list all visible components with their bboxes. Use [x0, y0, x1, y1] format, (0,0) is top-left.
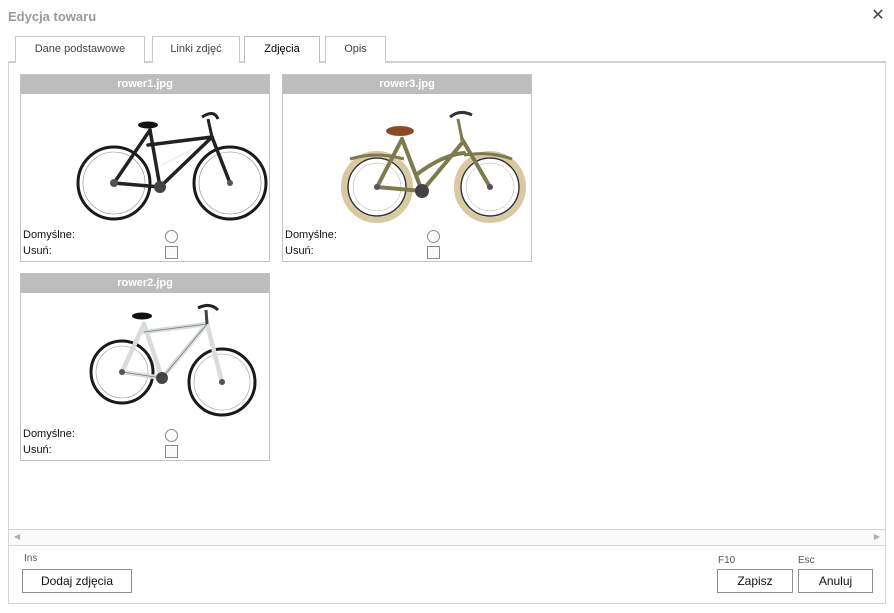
tab-dane-podstawowe[interactable]: Dane podstawowe	[15, 36, 145, 63]
cancel-button[interactable]: Anuluj	[798, 569, 873, 593]
delete-checkbox[interactable]	[165, 246, 178, 259]
bike-photo-2	[89, 303, 257, 417]
scroll-left-icon[interactable]: ◀	[14, 532, 20, 541]
tab-zdjecia[interactable]: Zdjęcia	[244, 36, 320, 63]
delete-checkbox[interactable]	[165, 445, 178, 458]
bike-photo-1	[76, 112, 268, 221]
close-icon[interactable]: ✕	[870, 8, 886, 24]
photo-filename: rower1.jpg	[21, 75, 269, 94]
photos-panel: rower1.jpg Domyślne: Usuń: rower3.jpg Do…	[8, 63, 886, 529]
tab-opis[interactable]: Opis	[325, 36, 386, 63]
save-button[interactable]: Zapisz	[717, 569, 793, 593]
add-shortcut-hint: Ins	[24, 553, 38, 564]
photo-filename: rower3.jpg	[283, 75, 531, 94]
tab-bar: Dane podstawowe Linki zdjęć Zdjęcia Opis	[8, 33, 886, 63]
delete-checkbox[interactable]	[427, 246, 440, 259]
delete-label: Usuń:	[23, 444, 52, 456]
default-radio[interactable]	[165, 230, 178, 243]
default-label: Domyślne:	[285, 229, 337, 241]
title-bar: Edycja towaru ✕	[0, 0, 894, 33]
window-title: Edycja towaru	[8, 9, 97, 24]
horizontal-scrollbar[interactable]: ◀ ▶	[8, 529, 886, 546]
photo-filename: rower2.jpg	[21, 274, 269, 293]
photo-card: rower2.jpg Domyślne: Usuń:	[20, 273, 270, 461]
tab-linki-zdjec[interactable]: Linki zdjęć	[152, 36, 240, 63]
default-label: Domyślne:	[23, 229, 75, 241]
default-radio[interactable]	[427, 230, 440, 243]
delete-label: Usuń:	[23, 245, 52, 257]
delete-label: Usuń:	[285, 245, 314, 257]
bike-photo-3	[341, 110, 526, 223]
default-radio[interactable]	[165, 429, 178, 442]
photo-card: rower3.jpg Domyślne: Usuń:	[282, 74, 532, 262]
save-shortcut-hint: F10	[718, 555, 736, 566]
photo-card: rower1.jpg Domyślne: Usuń:	[20, 74, 270, 262]
cancel-shortcut-hint: Esc	[798, 555, 815, 566]
footer: Ins Dodaj zdjęcia F10 Zapisz Esc Anuluj	[8, 546, 886, 604]
scroll-right-icon[interactable]: ▶	[874, 532, 880, 541]
default-label: Domyślne:	[23, 428, 75, 440]
add-photos-button[interactable]: Dodaj zdjęcia	[22, 569, 132, 593]
